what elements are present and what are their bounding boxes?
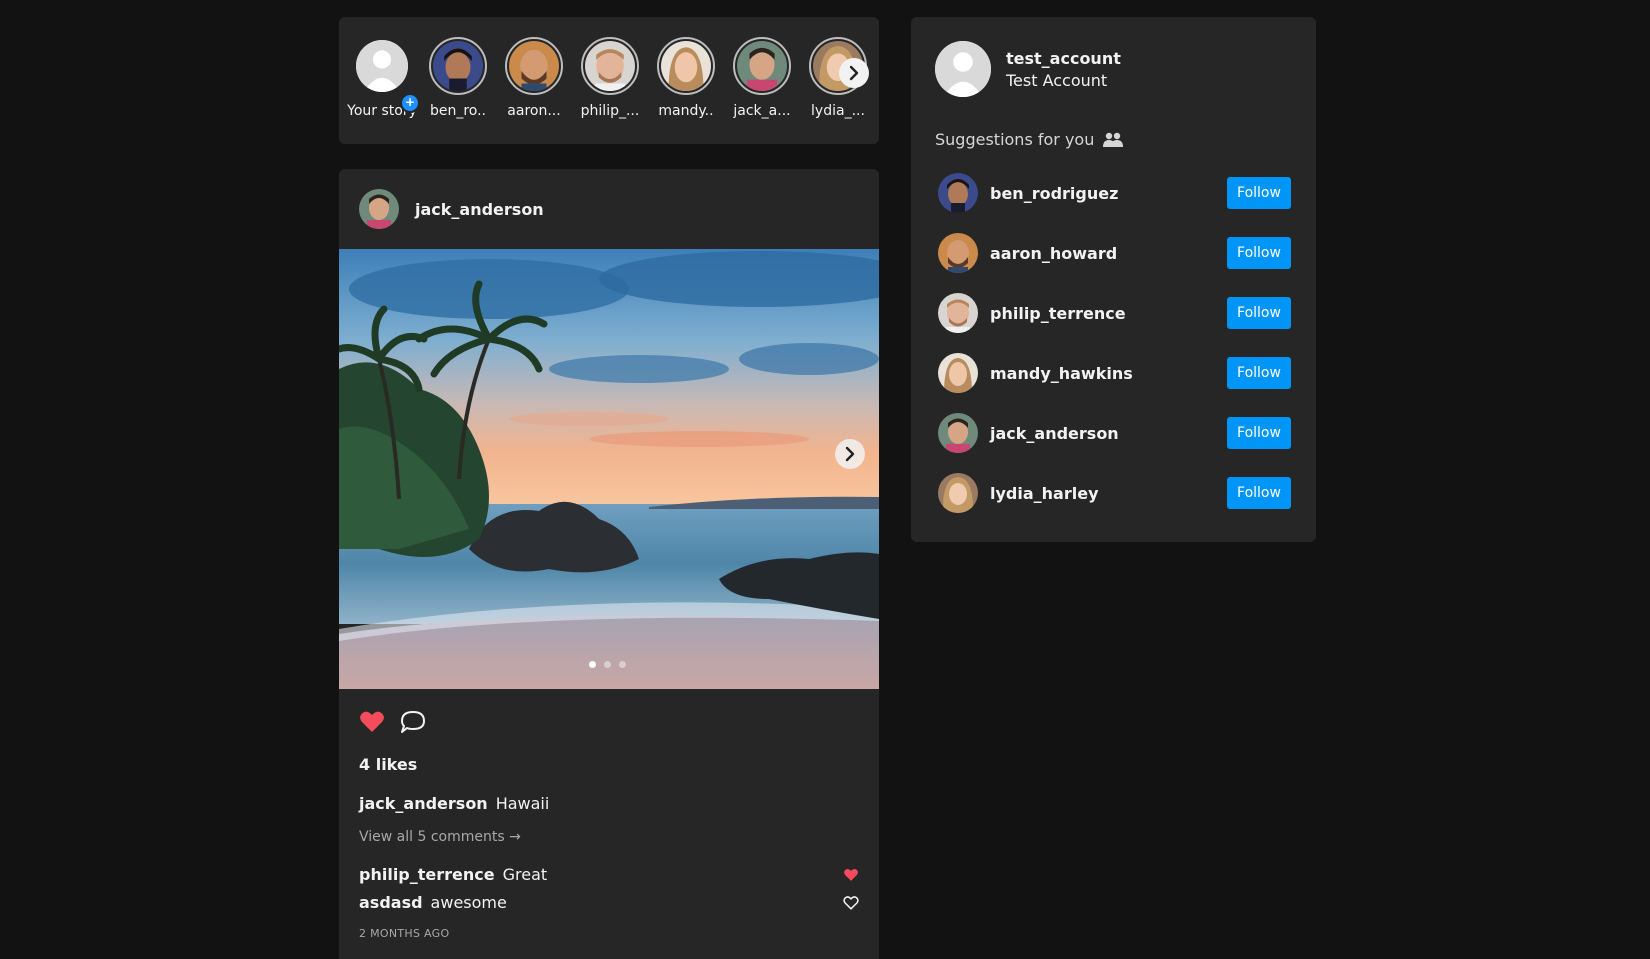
follow-button[interactable]: Follow xyxy=(1227,177,1291,209)
post-timestamp: 2 MONTHS AGO xyxy=(359,927,450,940)
suggestions-title-text: Suggestions for you xyxy=(935,130,1095,149)
add-story-plus-icon[interactable]: + xyxy=(400,93,420,113)
suggestion-username[interactable]: lydia_harley xyxy=(990,484,1099,503)
heart-filled-icon[interactable] xyxy=(843,868,859,882)
likes-count[interactable]: 4 likes xyxy=(359,755,417,774)
avatar[interactable] xyxy=(359,189,399,229)
suggestion-username[interactable]: philip_terrence xyxy=(990,304,1126,323)
follow-button[interactable]: Follow xyxy=(1227,237,1291,269)
avatar[interactable] xyxy=(938,233,978,273)
avatar xyxy=(433,41,483,91)
follow-button[interactable]: Follow xyxy=(1227,357,1291,389)
avatar xyxy=(661,41,711,91)
follow-button[interactable]: Follow xyxy=(1227,297,1291,329)
avatar[interactable] xyxy=(938,293,978,333)
suggestions-title: Suggestions for you xyxy=(935,130,1124,149)
suggestion-username[interactable]: ben_rodriguez xyxy=(990,184,1118,203)
current-full-name: Test Account xyxy=(1006,70,1108,90)
story-label: jack_a... xyxy=(733,103,791,119)
post-username[interactable]: jack_anderson xyxy=(415,200,544,219)
comment-text: awesome xyxy=(430,893,507,912)
story-item[interactable]: ben_ro.. xyxy=(423,37,493,119)
current-user: test_account Test Account xyxy=(935,41,1121,97)
suggestion-username[interactable]: mandy_hawkins xyxy=(990,364,1133,383)
story-your-story[interactable]: + Your story xyxy=(347,37,420,119)
story-label: ben_ro.. xyxy=(429,103,487,119)
suggestion-row: aaron_howard Follow xyxy=(938,232,1291,274)
story-label: aaron... xyxy=(507,103,561,119)
suggestion-row: lydia_harley Follow xyxy=(938,472,1291,514)
avatar[interactable] xyxy=(935,41,991,97)
view-all-comments-link[interactable]: View all 5 comments → xyxy=(359,829,521,845)
stories-next-button[interactable] xyxy=(839,58,869,88)
comment-row: asdasd awesome xyxy=(359,893,859,912)
avatar[interactable] xyxy=(938,413,978,453)
suggestion-username[interactable]: jack_anderson xyxy=(990,424,1119,443)
chevron-right-icon xyxy=(845,446,855,462)
default-avatar-icon xyxy=(356,40,408,92)
beach-sunset-image xyxy=(339,249,879,689)
suggestion-row: mandy_hawkins Follow xyxy=(938,352,1291,394)
current-username[interactable]: test_account xyxy=(1006,49,1121,68)
stories-bar: + Your story ben_ro.. aaron... philip_..… xyxy=(339,17,879,144)
avatar[interactable] xyxy=(938,173,978,213)
comment-username[interactable]: asdasd xyxy=(359,893,423,912)
story-item[interactable]: jack_a... xyxy=(727,37,797,119)
caption-username[interactable]: jack_anderson xyxy=(359,794,488,813)
carousel-dot[interactable] xyxy=(604,661,611,668)
avatar xyxy=(737,41,787,91)
suggestion-username[interactable]: aaron_howard xyxy=(990,244,1117,263)
avatar[interactable] xyxy=(938,353,978,393)
post-caption: jack_anderson Hawaii xyxy=(359,794,549,813)
post-image xyxy=(339,249,879,689)
post-card: jack_anderson 4 likes jack_anderson Hawa… xyxy=(339,169,879,959)
comment-username[interactable]: philip_terrence xyxy=(359,865,495,884)
carousel-dot[interactable] xyxy=(619,661,626,668)
carousel-dot[interactable] xyxy=(589,661,596,668)
chevron-right-icon xyxy=(849,65,859,81)
story-item[interactable]: aaron... xyxy=(499,37,569,119)
heart-outline-icon[interactable] xyxy=(843,895,859,910)
story-item[interactable]: philip_... xyxy=(575,37,645,119)
your-story-avatar xyxy=(356,40,408,92)
comment-row: philip_terrence Great xyxy=(359,865,859,884)
story-item[interactable]: mandy.. xyxy=(651,37,721,119)
caption-text: Hawaii xyxy=(495,794,550,813)
post-next-image-button[interactable] xyxy=(835,439,865,469)
heart-filled-icon[interactable] xyxy=(359,710,385,734)
users-icon xyxy=(1103,132,1124,147)
post-actions xyxy=(359,709,427,735)
suggestion-row: philip_terrence Follow xyxy=(938,292,1291,334)
avatar xyxy=(509,41,559,91)
story-label: philip_... xyxy=(580,103,640,119)
follow-button[interactable]: Follow xyxy=(1227,417,1291,449)
suggestion-row: ben_rodriguez Follow xyxy=(938,172,1291,214)
suggestion-row: jack_anderson Follow xyxy=(938,412,1291,454)
post-header: jack_anderson xyxy=(359,189,544,229)
comment-icon[interactable] xyxy=(399,709,427,735)
follow-button[interactable]: Follow xyxy=(1227,477,1291,509)
carousel-dots xyxy=(589,661,626,668)
avatar xyxy=(585,41,635,91)
story-label: mandy.. xyxy=(658,103,714,119)
avatar[interactable] xyxy=(938,473,978,513)
story-label: lydia_... xyxy=(811,103,865,119)
comment-text: Great xyxy=(502,865,548,884)
sidebar-card: test_account Test Account Suggestions fo… xyxy=(911,17,1316,542)
